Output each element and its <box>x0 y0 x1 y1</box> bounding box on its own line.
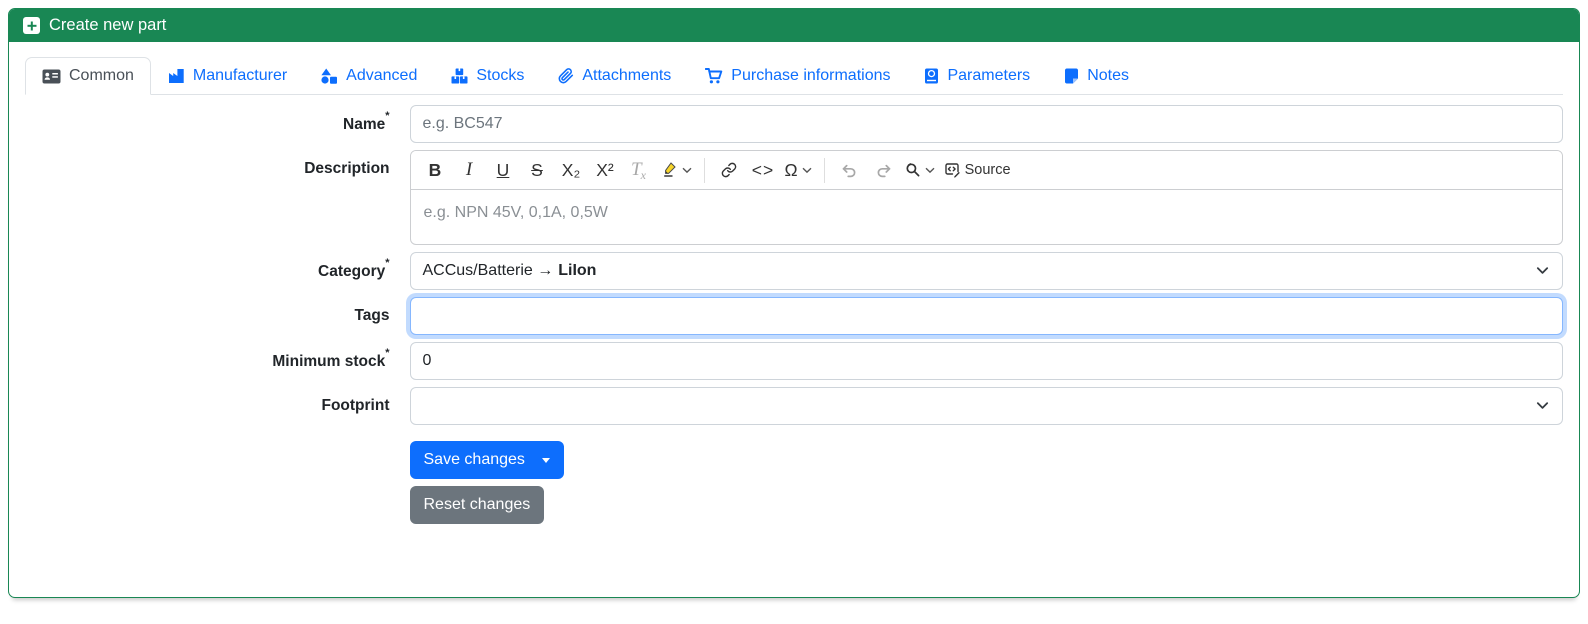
tab-stocks[interactable]: Stocks <box>434 57 541 95</box>
name-row: Name* <box>25 105 1563 143</box>
tab-label: Parameters <box>947 67 1031 84</box>
redo-button[interactable] <box>867 155 900 186</box>
footprint-row: Footprint <box>25 387 1563 425</box>
tab-notes[interactable]: Notes <box>1047 57 1146 95</box>
book-icon <box>924 68 939 84</box>
link-button[interactable] <box>713 155 746 186</box>
category-row: Category* ACCus/Batterie → LiIon <box>25 252 1563 290</box>
code-button[interactable]: <> <box>747 155 780 186</box>
category-label: Category* <box>318 257 390 281</box>
source-button[interactable]: Source <box>940 155 1015 186</box>
card-header: Create new part <box>9 9 1579 42</box>
category-value-bold: LiIon <box>558 262 597 279</box>
description-editor: B I U S X₂ X² Tx <> Ω Source e.g. NPN 45… <box>409 150 1563 245</box>
page-title: Create new part <box>49 16 167 34</box>
name-label: Name* <box>343 110 390 134</box>
tags-input[interactable] <box>409 297 1563 335</box>
tab-common[interactable]: Common <box>25 57 151 95</box>
remove-format-button[interactable]: Tx <box>623 155 656 186</box>
magnifier-icon <box>905 162 921 178</box>
find-replace-button[interactable] <box>901 155 939 186</box>
tab-parameters[interactable]: Parameters <box>907 57 1047 95</box>
bold-button[interactable]: B <box>419 155 452 186</box>
chevron-down-icon <box>925 167 935 174</box>
tags-row: Tags <box>25 297 1563 335</box>
highlight-button[interactable] <box>657 155 696 186</box>
id-card-icon <box>42 69 61 84</box>
superscript-button[interactable]: X² <box>589 155 622 186</box>
tab-attachments[interactable]: Attachments <box>541 57 688 95</box>
strikethrough-button[interactable]: S <box>521 155 554 186</box>
description-label: Description <box>304 160 390 177</box>
tab-advanced[interactable]: Advanced <box>304 57 434 95</box>
toolbar-separator <box>823 157 825 183</box>
caret-down-icon <box>541 457 550 463</box>
save-button[interactable]: Save changes <box>409 441 564 479</box>
underline-button[interactable]: U <box>487 155 520 186</box>
tab-bar: Common Manufacturer Advanced Stocks Atta… <box>25 57 1563 95</box>
undo-button[interactable] <box>833 155 866 186</box>
plus-square-icon <box>23 17 40 34</box>
tab-label: Stocks <box>476 67 525 84</box>
chevron-down-icon <box>682 167 692 174</box>
create-part-card: Create new part Common Manufacturer Adva… <box>8 8 1580 598</box>
cart-icon <box>705 68 723 84</box>
footprint-label: Footprint <box>321 397 390 414</box>
tags-label: Tags <box>354 307 390 324</box>
description-input[interactable]: e.g. NPN 45V, 0,1A, 0,5W <box>411 190 1563 244</box>
description-row: Description B I U S X₂ X² Tx <> Ω Source… <box>25 150 1563 245</box>
toolbar-separator <box>703 157 705 183</box>
minimum-stock-input[interactable] <box>409 342 1563 380</box>
source-code-icon <box>944 162 961 178</box>
paperclip-icon <box>558 68 574 84</box>
italic-button[interactable]: I <box>453 155 486 186</box>
chevron-down-icon <box>802 167 812 174</box>
tab-label: Attachments <box>582 67 672 84</box>
tab-label: Manufacturer <box>192 67 288 84</box>
tab-label: Purchase informations <box>731 67 891 84</box>
editor-toolbar: B I U S X₂ X² Tx <> Ω Source <box>410 151 1562 190</box>
category-select[interactable]: ACCus/Batterie → LiIon <box>409 252 1563 290</box>
factory-icon <box>168 68 185 84</box>
reset-button[interactable]: Reset changes <box>409 486 545 524</box>
marker-pen-icon <box>661 162 678 178</box>
tab-label: Advanced <box>346 67 418 84</box>
tab-label: Notes <box>1087 67 1129 84</box>
footprint-select[interactable] <box>409 387 1563 425</box>
form-actions: Save changes Reset changes <box>409 441 1564 524</box>
card-body: Common Manufacturer Advanced Stocks Atta… <box>9 42 1579 564</box>
special-characters-button[interactable]: Ω <box>781 155 816 186</box>
tab-label: Common <box>69 67 134 84</box>
shapes-icon <box>321 68 338 84</box>
minimum-stock-label: Minimum stock* <box>272 347 390 371</box>
minimum-stock-row: Minimum stock* <box>25 342 1563 380</box>
tab-purchase-informations[interactable]: Purchase informations <box>688 57 907 95</box>
boxes-icon <box>451 68 468 84</box>
category-value: ACCus/Batterie → <box>422 262 554 279</box>
name-input[interactable] <box>409 105 1563 143</box>
subscript-button[interactable]: X₂ <box>555 155 588 186</box>
sticky-note-icon <box>1064 68 1079 84</box>
tab-manufacturer[interactable]: Manufacturer <box>151 57 304 95</box>
